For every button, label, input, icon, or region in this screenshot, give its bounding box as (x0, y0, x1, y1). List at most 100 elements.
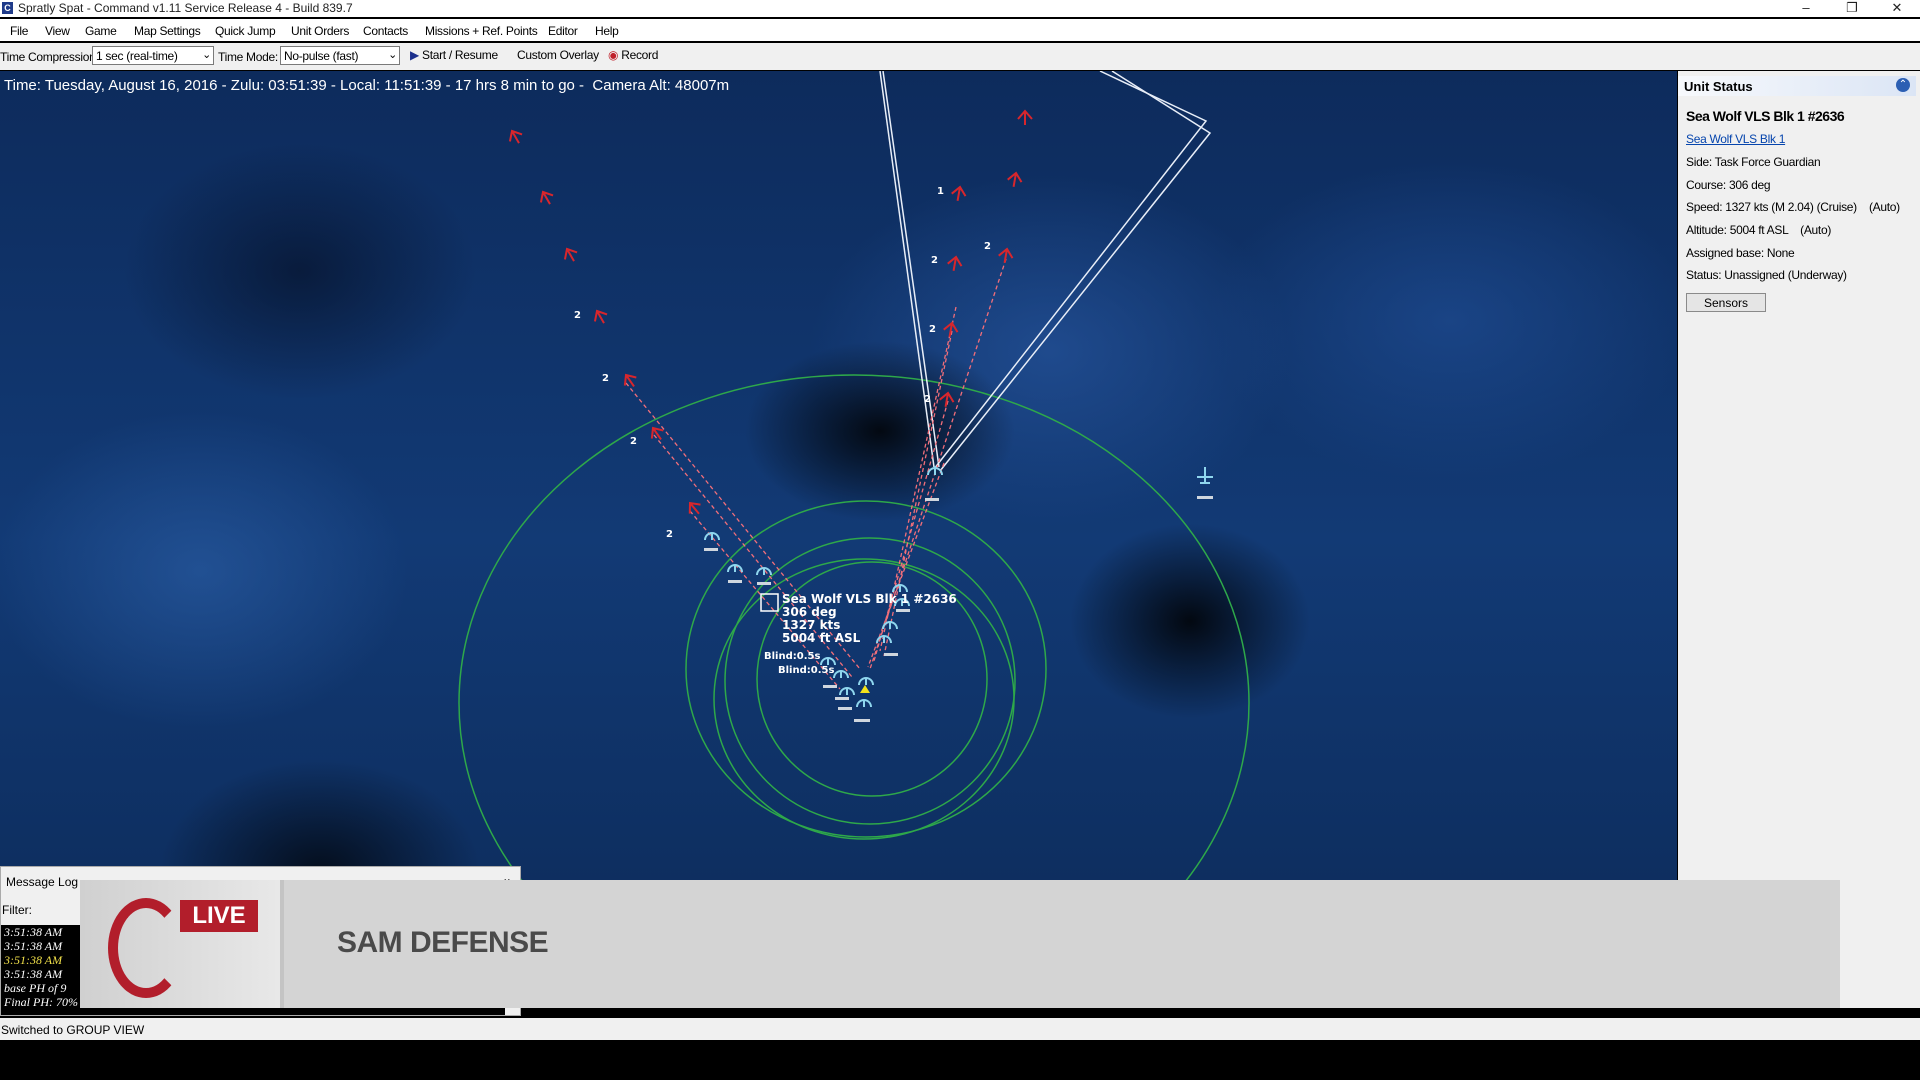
friendly-missile-icon (859, 678, 873, 685)
time-mode-label: Time Mode: (218, 50, 278, 64)
hostile-missile-icon (647, 424, 666, 443)
friendly-aircraft-icon (1197, 467, 1213, 483)
friendly-missile-icon (757, 568, 771, 575)
friendly-missile-icon (834, 671, 848, 678)
group-count: 2 (602, 373, 609, 384)
record-icon: ◉ (608, 48, 618, 62)
unit-status-text: Status: Unassigned (Underway) (1686, 268, 1847, 282)
close-button[interactable]: ✕ (1874, 0, 1920, 17)
friendly-missile-icon (821, 658, 835, 665)
window-title: Spratly Spat - Command v1.11 Service Rel… (18, 1, 353, 15)
unit-name: Sea Wolf VLS Blk 1 #2636 (1686, 108, 1844, 124)
menu-unit-orders[interactable]: Unit Orders (291, 24, 349, 38)
status-bar: Switched to GROUP VIEW (0, 1018, 1920, 1040)
minimize-button[interactable]: – (1783, 0, 1829, 17)
menu-editor[interactable]: Editor (548, 24, 578, 38)
time-compression-label: Time Compression: (0, 50, 98, 64)
unit-speed: Speed: 1327 kts (M 2.04) (Cruise) (Auto) (1686, 200, 1900, 214)
hostile-missile-icon (561, 246, 580, 265)
menu-map-settings[interactable]: Map Settings (134, 24, 200, 38)
time-mode-select[interactable]: No-pulse (fast) ⌄ (280, 46, 400, 65)
friendly-missile-icon (840, 688, 854, 695)
hostile-missile-icon (951, 186, 967, 202)
map-time-readout: Time: Tuesday, August 16, 2016 - Zulu: 0… (4, 77, 729, 94)
menu-view[interactable]: View (45, 24, 70, 38)
time-compression-select[interactable]: 1 sec (real-time) ⌄ (92, 46, 214, 65)
group-count: 2 (924, 394, 931, 405)
custom-overlay-button[interactable]: Custom Overlay (517, 48, 599, 62)
group-count: 2 (666, 529, 673, 540)
selected-unit-label: Sea Wolf VLS Blk 1 #2636 306 deg 1327 kt… (782, 593, 957, 645)
live-badge: LIVE (180, 900, 258, 932)
sensors-button[interactable]: Sensors (1686, 293, 1766, 312)
selection-box (761, 594, 778, 611)
range-ring (686, 501, 1046, 837)
collapse-icon[interactable]: ⌃ (1896, 78, 1910, 92)
chevron-down-icon: ⌄ (388, 48, 397, 61)
message-log-title: Message Log (6, 875, 78, 889)
friendly-missile-icon (705, 533, 719, 540)
restore-button[interactable]: ❐ (1829, 0, 1875, 17)
friendly-ship-icon (928, 466, 942, 475)
record-label: Record (621, 48, 658, 62)
menu-contacts[interactable]: Contacts (363, 24, 408, 38)
menu-missions[interactable]: Missions + Ref. Points (425, 24, 537, 38)
start-resume-button[interactable]: ▶ Start / Resume (410, 48, 498, 62)
hostile-missile-icon (998, 248, 1014, 264)
message-log-filter-label: Filter: (2, 903, 32, 917)
blind-label: Blind:0.5s (764, 651, 820, 662)
title-bar: C Spratly Spat - Command v1.11 Service R… (0, 0, 1920, 17)
sensor-line (940, 71, 1210, 471)
sensor-line (883, 71, 939, 467)
time-compression-value: 1 sec (real-time) (96, 49, 178, 63)
record-button[interactable]: ◉ Record (608, 48, 658, 62)
sensor-line (934, 71, 1206, 469)
yellow-marker-icon (860, 685, 870, 693)
hostile-missiles (506, 111, 1032, 518)
unit-assigned-base: Assigned base: None (1686, 246, 1794, 260)
menu-file[interactable]: File (10, 24, 28, 38)
group-count: 2 (931, 255, 938, 266)
custom-overlay-label: Custom Overlay (517, 48, 599, 62)
unit-class-link[interactable]: Sea Wolf VLS Blk 1 (1686, 132, 1785, 146)
toolbar: Time Compression: 1 sec (real-time) ⌄ Ti… (0, 43, 1920, 70)
blind-label: Blind:0.5s (778, 665, 834, 676)
unit-status-title: Unit Status (1684, 79, 1753, 94)
group-count: 2 (984, 241, 991, 252)
command-app-icon: C (2, 2, 13, 14)
letterbox-bottom (0, 1040, 1920, 1080)
menu-game[interactable]: Game (85, 24, 116, 38)
hostile-missile-icon (939, 392, 955, 408)
chevron-down-icon: ⌄ (202, 48, 211, 61)
unit-side: Side: Task Force Guardian (1686, 155, 1820, 169)
menu-quick-jump[interactable]: Quick Jump (215, 24, 275, 38)
start-resume-label: Start / Resume (422, 48, 498, 62)
overlay-divider (280, 880, 284, 1008)
selected-unit-altitude: 5004 ft ASL (782, 632, 957, 645)
sensor-line (880, 71, 934, 467)
unit-status-panel: Unit Status ⌃ Sea Wolf VLS Blk 1 #2636 S… (1678, 71, 1920, 1008)
unit-altitude: Altitude: 5004 ft ASL (Auto) (1686, 223, 1831, 237)
hostile-missile-icon (947, 256, 963, 272)
hostile-missile-icon (685, 499, 705, 519)
group-count: 2 (574, 310, 581, 321)
play-icon: ▶ (410, 48, 419, 62)
range-ring (725, 538, 1015, 824)
group-count: 1 (937, 186, 944, 197)
hostile-missile-icon (1018, 111, 1032, 125)
group-count: 2 (630, 436, 637, 447)
hostile-missile-icon (620, 371, 639, 390)
menu-bar: File View Game Map Settings Quick Jump U… (0, 19, 1920, 41)
menu-help[interactable]: Help (595, 24, 618, 38)
overlay-headline: SAM DEFENSE (337, 926, 548, 960)
hostile-missile-icon (591, 308, 610, 327)
friendly-missile-icon (857, 700, 871, 707)
c-logo-icon (108, 898, 184, 998)
status-bar-text: Switched to GROUP VIEW (1, 1023, 144, 1037)
broadcast-overlay: LIVE SAM DEFENSE (80, 880, 1840, 1008)
hostile-missile-icon (537, 189, 556, 208)
time-mode-value: No-pulse (fast) (284, 49, 358, 63)
unit-course: Course: 306 deg (1686, 178, 1770, 192)
hostile-missile-icon (506, 128, 525, 147)
c-channel-logo: LIVE (80, 880, 280, 1008)
